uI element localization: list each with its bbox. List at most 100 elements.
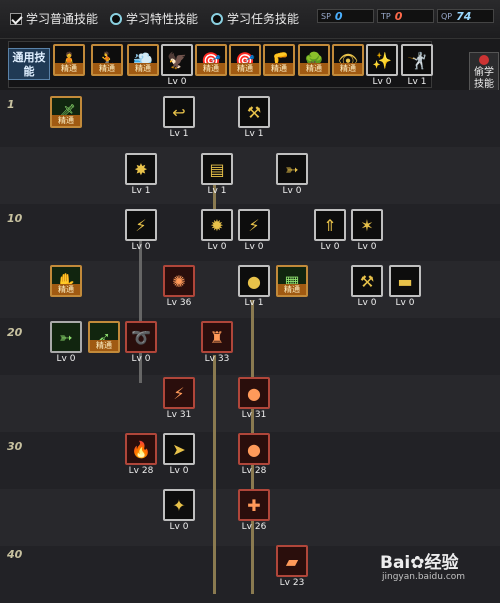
level-marker: 20 [7, 326, 23, 339]
claw-icon: ✶ [360, 215, 374, 235]
laser-icon: ⚡ [173, 383, 185, 403]
skill-slot[interactable]: ✹ [201, 209, 233, 241]
skill-slot[interactable]: ✋ 精通 [50, 265, 82, 297]
radio-icon[interactable] [110, 12, 122, 25]
skill-slot[interactable]: 🦵 精通 [263, 44, 295, 76]
skill-slot[interactable]: ● [238, 377, 270, 409]
learn-normal-skills-option[interactable]: 学习普通技能 [10, 10, 98, 27]
skill-level-text: Lv 0 [372, 77, 392, 87]
wing-icon: 🦅 [167, 50, 187, 70]
skill-slot[interactable]: ✸ [125, 153, 157, 185]
checkbox-icon[interactable] [10, 12, 22, 25]
skill-level-text: Lv 0 [357, 298, 377, 308]
stance-icon: 🤺 [407, 50, 427, 70]
skill-slot[interactable]: ⚡ [125, 209, 157, 241]
skill-slot[interactable]: ➶ 精通 [88, 321, 120, 353]
tp-counter: TP 0 [377, 9, 434, 23]
skill-level-text: Lv 0 [357, 242, 377, 252]
skill-slot[interactable]: ✨ [366, 44, 398, 76]
mastery-badge: 精通 [52, 284, 80, 295]
skill-level-text: Lv 28 [128, 466, 154, 476]
skill-level-text: Lv 1 [244, 129, 264, 139]
pistol-icon: ➳ [285, 159, 299, 179]
power-icon: ✨ [372, 50, 392, 70]
skill-level-text: Lv 0 [169, 522, 189, 532]
skill-slot[interactable]: 🤺 [401, 44, 433, 76]
mastery-badge: 精通 [129, 63, 157, 74]
tp-value: 0 [394, 9, 403, 23]
rifle-icon: ▤ [209, 159, 225, 179]
skill-slot[interactable]: 🎯 精通 [229, 44, 261, 76]
option-label: 学习普通技能 [26, 12, 99, 26]
sp-tag: SP [321, 11, 331, 21]
skill-slot[interactable]: ↩ [163, 96, 195, 128]
skill-level-text: Lv 0 [167, 77, 187, 87]
mastery-badge: 精通 [300, 63, 328, 74]
skill-slot[interactable]: 🦅 [161, 44, 193, 76]
mastery-badge: 精通 [265, 63, 293, 74]
swing-icon: ⚒ [246, 102, 262, 122]
side-tab-label: 偷学技能 [474, 67, 494, 90]
skill-level-text: Lv 0 [131, 242, 151, 252]
skill-slot[interactable]: ● [238, 265, 270, 297]
skill-slot[interactable]: ▦ 精通 [276, 265, 308, 297]
skill-tree: 1 10 20 30 40 🗡 精通 ↩ Lv 1 ⚒ Lv 1 ✸ Lv 1 ▤ Lv 1 ➳ Lv… [0, 90, 500, 603]
level-marker: 30 [7, 440, 23, 453]
skill-slot[interactable]: ● [238, 433, 270, 465]
skill-slot[interactable]: ⚒ [238, 96, 270, 128]
mastery-badge: 精通 [278, 284, 306, 295]
skill-slot[interactable]: 🧍 精通 [53, 44, 85, 76]
skill-slot[interactable]: ⇑ [314, 209, 346, 241]
skill-slot[interactable]: ▤ [201, 153, 233, 185]
qp-value: 74 [456, 9, 472, 23]
throw-icon: ↩ [172, 102, 186, 122]
option-label: 学习特性技能 [126, 12, 199, 26]
skill-level-text: Lv 0 [395, 298, 415, 308]
learn-trait-skills-option[interactable]: 学习特性技能 [110, 10, 198, 27]
tier-band [0, 147, 500, 204]
level-marker: 40 [7, 548, 23, 561]
skill-level-text: Lv 0 [320, 242, 340, 252]
skill-slot[interactable]: ⚒ [351, 265, 383, 297]
skill-slot[interactable]: ⚡ [163, 377, 195, 409]
skill-slot[interactable]: ➳ [50, 321, 82, 353]
radio-icon[interactable] [211, 12, 223, 25]
skill-level-text: Lv 33 [204, 354, 230, 364]
skill-slot[interactable]: ✺ [163, 265, 195, 297]
skill-slot[interactable]: ✚ [238, 489, 270, 521]
skill-slot[interactable]: ♜ [201, 321, 233, 353]
mastery-badge: 精通 [52, 115, 80, 126]
level-marker: 10 [7, 212, 23, 225]
skill-slot[interactable]: ➰ [125, 321, 157, 353]
skill-slot[interactable]: ➳ [276, 153, 308, 185]
skill-slot[interactable]: ✶ [351, 209, 383, 241]
skill-slot[interactable]: 🎯 精通 [195, 44, 227, 76]
skill-slot[interactable]: 🏃 精通 [91, 44, 123, 76]
hammer-icon: ⚒ [359, 271, 375, 291]
grenade-red-icon: ● [247, 383, 261, 403]
skill-level-text: Lv 28 [241, 466, 267, 476]
lift-icon: ⇑ [323, 215, 337, 235]
skill-slot[interactable]: ✦ [163, 489, 195, 521]
skill-slot[interactable]: ⚡ [238, 209, 270, 241]
learn-quest-skills-option[interactable]: 学习任务技能 [211, 10, 299, 27]
bomb-icon: ✹ [210, 215, 224, 235]
skill-slot[interactable]: ▬ [389, 265, 421, 297]
skill-slot[interactable]: 💨 精通 [127, 44, 159, 76]
bomb-red-icon: ● [247, 439, 261, 459]
sp-value: 0 [334, 9, 343, 23]
skill-level-text: Lv 26 [241, 522, 267, 532]
skill-slot[interactable]: 🔥 [125, 433, 157, 465]
skill-slot[interactable]: ▰ [276, 545, 308, 577]
skill-level-text: Lv 0 [244, 242, 264, 252]
skill-slot[interactable]: 🗡 精通 [50, 96, 82, 128]
skill-slot[interactable]: ➤ [163, 433, 195, 465]
skill-level-text: Lv 1 [244, 298, 264, 308]
skill-level-text: Lv 0 [56, 354, 76, 364]
skill-slot[interactable]: 🌳 精通 [298, 44, 330, 76]
missile-icon: ➤ [172, 439, 186, 459]
skill-slot[interactable]: 👁 精通 [332, 44, 364, 76]
crossfire-icon: ✚ [247, 495, 261, 515]
burst-icon: ✸ [134, 159, 148, 179]
mastery-badge: 精通 [90, 340, 118, 351]
